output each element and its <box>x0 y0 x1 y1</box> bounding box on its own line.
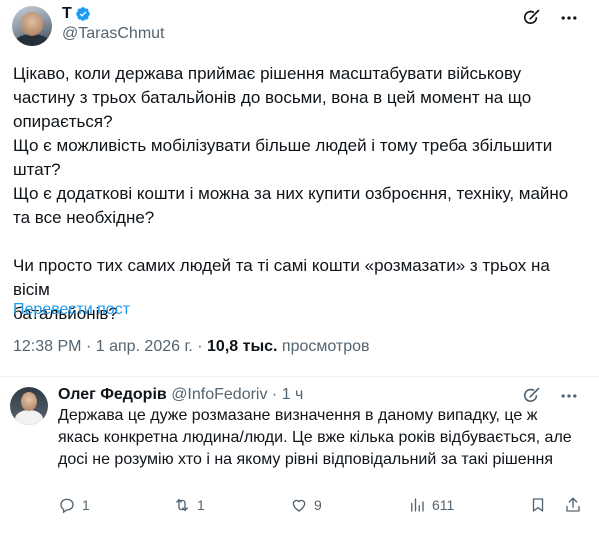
repost-button[interactable]: 1 <box>173 496 205 514</box>
tweet-meta: 12:38 PM · 1 апр. 2026 г. · 10,8 тыс. пр… <box>13 336 370 358</box>
reply-name[interactable]: Олег Федорів <box>58 386 167 403</box>
avatar[interactable] <box>12 6 52 46</box>
views-count: 611 <box>432 497 455 513</box>
tweet-top-actions <box>521 8 579 28</box>
repost-icon <box>176 499 188 511</box>
reply-button[interactable]: 1 <box>58 496 90 514</box>
tweet-text-line: штат? <box>13 160 61 179</box>
tweet-text-line: Чи просто тих самих людей та ті самі кош… <box>13 256 550 299</box>
reply-actions: 1 1 9 611 <box>58 496 583 518</box>
separator: · <box>197 338 203 355</box>
tweet-text-line: Цікаво, коли держава приймає рішення мас… <box>13 64 522 83</box>
grok-icon[interactable] <box>521 8 541 28</box>
display-name[interactable]: T <box>62 4 72 24</box>
tweet-time[interactable]: 12:38 PM <box>13 338 81 355</box>
more-icon[interactable] <box>559 386 579 406</box>
views-button[interactable]: 611 <box>408 496 454 514</box>
bookmark-icon <box>532 498 544 512</box>
reply-header: Олег Федорів @InfoFedoriv · 1 ч <box>58 385 303 405</box>
reply-text: Держава це дуже розмазане визначення в д… <box>58 407 572 468</box>
tweet-text: Цікаво, коли держава приймає рішення мас… <box>13 62 583 326</box>
share-button[interactable] <box>564 496 582 514</box>
tweet-text-line: опирається? <box>13 112 113 131</box>
views-label: просмотров <box>281 338 370 355</box>
like-count: 9 <box>314 497 322 513</box>
separator: · <box>85 338 92 355</box>
verified-badge-icon <box>75 7 90 21</box>
reply-handle[interactable]: @InfoFedoriv <box>171 386 267 403</box>
tweet-text-line: Що є можливість мобілізувати більше люде… <box>13 136 553 155</box>
tweet-text-line: та все необхідне? <box>13 208 155 227</box>
reply-count: 1 <box>82 497 90 513</box>
reply-icon <box>60 498 74 514</box>
tweet-text-line: Що є додаткові кошти і можна за них купи… <box>13 184 569 203</box>
like-icon <box>292 499 306 512</box>
main-tweet: T @TarasChmut Цікаво, коли держава прийм… <box>0 0 599 375</box>
reply-time[interactable]: 1 ч <box>282 386 304 403</box>
separator: · <box>271 386 278 403</box>
tweet-text-line: частину з трьох батальйонів до восьми, в… <box>13 88 532 107</box>
more-icon[interactable] <box>559 8 579 28</box>
tweet-date[interactable]: 1 апр. 2026 г. <box>96 338 193 355</box>
author-name-row: T <box>62 4 91 24</box>
views-icon <box>411 498 424 512</box>
like-button[interactable]: 9 <box>290 496 322 514</box>
repost-count: 1 <box>197 497 205 513</box>
share-icon <box>566 497 580 512</box>
translate-post-link[interactable]: Перевести пост <box>13 299 130 321</box>
views-count: 10,8 тыс. <box>207 338 278 355</box>
bookmark-button[interactable] <box>529 496 547 514</box>
reply-tweet[interactable]: Олег Федорів @InfoFedoriv · 1 ч Держава … <box>0 377 599 546</box>
grok-icon[interactable] <box>521 386 541 406</box>
reply-top-actions <box>521 386 579 406</box>
handle[interactable]: @TarasChmut <box>62 24 165 44</box>
reply-avatar[interactable] <box>10 387 48 425</box>
